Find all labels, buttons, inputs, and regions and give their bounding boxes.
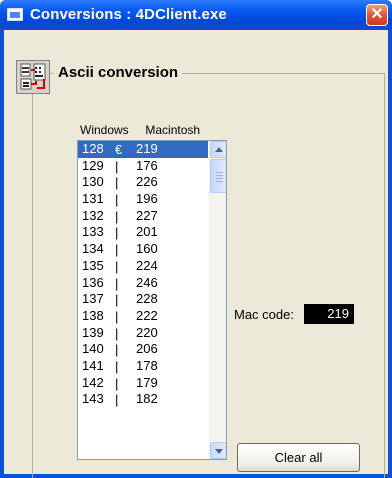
chevron-up-icon [215,147,223,152]
dialog-client-area: Ascii conversion Windows Macintosh 128 €… [4,30,388,478]
separator: | [115,242,119,258]
clear-all-button[interactable]: Clear all [237,443,360,472]
list-row[interactable]: 129 | 176 [78,158,208,175]
group-title: Ascii conversion [54,64,183,81]
separator: | [115,292,119,308]
macintosh-code: 224 [136,257,158,273]
macintosh-code: 206 [136,341,158,357]
list-row[interactable]: 131 | 196 [78,191,208,208]
macintosh-code: 222 [136,307,158,323]
macintosh-code: 220 [136,324,158,340]
mac-code-field[interactable]: 219 [304,304,354,324]
separator: | [115,275,119,291]
separator: | [115,225,119,241]
macintosh-code: 228 [136,291,158,307]
windows-code: 131 [82,191,104,207]
windows-code: 136 [82,274,104,290]
close-button[interactable]: ✕ [366,4,388,26]
separator: | [115,308,119,324]
vertical-scrollbar[interactable] [209,141,226,459]
scroll-down-button[interactable] [210,442,226,459]
list-row[interactable]: 130 | 226 [78,174,208,191]
macintosh-code: 178 [136,357,158,373]
windows-code: 139 [82,324,104,340]
windows-code: 141 [82,357,104,373]
grip-line [216,181,223,182]
title-bar[interactable]: Conversions : 4DClient.exe ✕ [0,0,392,30]
window-icon [7,8,23,21]
list-row[interactable]: 138 | 222 [78,308,208,325]
list-row[interactable]: 140 | 206 [78,341,208,358]
conversions-window: Conversions : 4DClient.exe ✕ Ascii conve… [0,0,392,478]
windows-code: 130 [82,174,104,190]
list-row-selected[interactable]: 128 € 219 [78,141,208,158]
list-row[interactable]: 139 | 220 [78,325,208,342]
separator: | [115,258,119,274]
separator: | [115,375,119,391]
windows-code: 140 [82,341,104,357]
macintosh-code: 227 [136,207,158,223]
macintosh-code: 179 [136,374,158,390]
list-row[interactable]: 141 | 178 [78,358,208,375]
macintosh-code: 182 [136,391,158,407]
list-row[interactable]: 136 | 246 [78,275,208,292]
windows-code: 135 [82,257,104,273]
windows-code: 133 [82,224,104,240]
list-row[interactable]: 142 | 179 [78,375,208,392]
separator: | [115,342,119,358]
separator: | [115,358,119,374]
macintosh-code: 201 [136,224,158,240]
windows-code: 129 [82,157,104,173]
windows-code: 143 [82,391,104,407]
macintosh-code: 226 [136,174,158,190]
separator: | [115,192,119,208]
scroll-up-button[interactable] [210,141,226,158]
ascii-conversion-icon [16,60,50,94]
windows-code: 142 [82,374,104,390]
list-row[interactable]: 143 | 182 [78,391,208,408]
list-row[interactable]: 135 | 224 [78,258,208,275]
macintosh-code: 176 [136,157,158,173]
grip-line [216,178,223,179]
list-row[interactable]: 134 | 160 [78,241,208,258]
macintosh-code: 196 [136,191,158,207]
conversion-listbox[interactable]: 128 € 219 129 | 176 130 | 226 131 | 196 … [77,140,227,460]
close-icon: ✕ [370,6,384,23]
grip-line [216,172,223,173]
scroll-thumb[interactable] [210,159,226,193]
windows-column-header: Windows [80,123,129,137]
separator: | [115,175,119,191]
windows-code: 134 [82,241,104,257]
mac-code-label: Mac code: [234,307,294,322]
macintosh-code: 160 [136,241,158,257]
grip-line [216,175,223,176]
windows-code: 137 [82,291,104,307]
macintosh-column-header: Macintosh [145,123,201,137]
list-row[interactable]: 137 | 228 [78,291,208,308]
list-items: 128 € 219 129 | 176 130 | 226 131 | 196 … [78,141,208,459]
separator: | [115,325,119,341]
macintosh-code: 219 [136,141,158,156]
separator: | [115,208,119,224]
separator: | [115,158,119,174]
list-row[interactable]: 132 | 227 [78,208,208,225]
window-title: Conversions : 4DClient.exe [30,6,227,23]
windows-code: 128 [82,141,104,156]
column-headers: Windows Macintosh [80,123,200,137]
separator: | [115,392,119,408]
chevron-down-icon [215,449,223,454]
euro-separator: € [115,142,123,157]
windows-code: 138 [82,307,104,323]
list-row[interactable]: 133 | 201 [78,224,208,241]
macintosh-code: 246 [136,274,158,290]
windows-code: 132 [82,207,104,223]
